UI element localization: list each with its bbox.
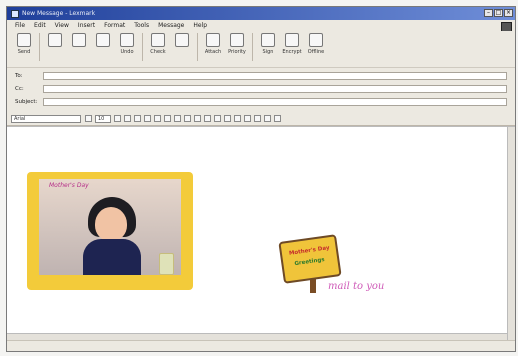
horizontal-line-icon[interactable] [254, 115, 261, 122]
encrypt-icon [285, 33, 299, 47]
align-center-icon[interactable] [224, 115, 231, 122]
status-bar [7, 340, 515, 351]
menu-bar: File Edit View Insert Format Tools Messa… [7, 20, 515, 31]
increase-indent-icon[interactable] [204, 115, 211, 122]
girl-face [95, 207, 127, 241]
menu-tools[interactable]: Tools [134, 22, 149, 29]
subject-field[interactable] [43, 98, 507, 106]
spelling-icon [175, 33, 189, 47]
numbered-list-icon[interactable] [174, 115, 181, 122]
window-title: New Message - Lexmark [22, 10, 96, 17]
sign-subtitle: Greetings [294, 257, 326, 268]
font-select[interactable]: Arial [11, 114, 81, 123]
subject-row: Subject: [7, 96, 515, 108]
formatting-toolbar: Arial 10 [7, 112, 515, 126]
attach-icon [206, 33, 220, 47]
italic-icon[interactable] [144, 115, 151, 122]
toolbar-separator [252, 33, 253, 61]
paragraph-style-icon[interactable] [124, 115, 131, 122]
new-message-window: New Message - Lexmark – □ × File Edit Vi… [6, 6, 516, 352]
send-label: Send [17, 49, 31, 55]
message-text: mail to you [328, 281, 385, 292]
font-dropdown-icon[interactable] [85, 115, 92, 122]
check-icon [151, 33, 165, 47]
menu-format[interactable]: Format [104, 22, 125, 29]
paste-button[interactable] [92, 31, 114, 49]
sign-button[interactable]: Sign [257, 31, 279, 55]
to-field[interactable] [43, 72, 507, 80]
vertical-scrollbar[interactable] [507, 127, 515, 341]
menu-message[interactable]: Message [158, 22, 184, 29]
cc-row: Cc: [7, 83, 515, 95]
toolbar-separator [197, 33, 198, 61]
sign-icon [261, 33, 275, 47]
cut-icon [48, 33, 62, 47]
offline-icon [309, 33, 323, 47]
align-left-icon[interactable] [214, 115, 221, 122]
cc-label[interactable]: Cc: [7, 86, 43, 92]
decrease-indent-icon[interactable] [194, 115, 201, 122]
font-color-icon[interactable] [164, 115, 171, 122]
window-controls: – □ × [484, 9, 513, 17]
send-button[interactable]: Send [13, 31, 35, 55]
encrypt-button[interactable]: Encrypt [281, 31, 303, 55]
undo-label: Undo [120, 49, 134, 55]
copy-icon [72, 33, 86, 47]
encrypt-label: Encrypt [282, 49, 302, 55]
underline-icon[interactable] [154, 115, 161, 122]
paste-icon [96, 33, 110, 47]
message-body[interactable]: Mother's Day Mother's Day Greetings mail… [7, 126, 515, 341]
photo-ornament [159, 253, 174, 275]
girl-body [83, 239, 141, 275]
attach-button[interactable]: Attach [202, 31, 224, 55]
title-bar: New Message - Lexmark – □ × [7, 7, 515, 20]
priority-button[interactable]: Priority [226, 31, 248, 55]
toolbar-separator [142, 33, 143, 61]
menu-help[interactable]: Help [193, 22, 207, 29]
toolbar: Send Undo Check Attach Priority Sign Enc… [7, 31, 515, 68]
menu-edit[interactable]: Edit [34, 22, 46, 29]
menu-insert[interactable]: Insert [78, 22, 95, 29]
priority-label: Priority [228, 49, 246, 55]
screenshot-background: New Message - Lexmark – □ × File Edit Vi… [0, 0, 518, 356]
to-row: To: [7, 70, 515, 82]
justify-icon[interactable] [244, 115, 251, 122]
mothers-day-photo: Mother's Day [27, 172, 193, 290]
send-icon [17, 33, 31, 47]
greeting-sign: Mother's Day Greetings [278, 234, 342, 284]
cut-button[interactable] [44, 31, 66, 49]
maximize-button[interactable]: □ [494, 9, 503, 17]
sign-label: Sign [262, 49, 274, 55]
cc-field[interactable] [43, 85, 507, 93]
close-button[interactable]: × [504, 9, 513, 17]
copy-button[interactable] [68, 31, 90, 49]
photo-caption: Mother's Day [49, 182, 89, 189]
insert-picture-icon[interactable] [274, 115, 281, 122]
subject-label: Subject: [15, 99, 38, 105]
size-select[interactable]: 10 [95, 114, 111, 123]
hyperlink-icon[interactable] [264, 115, 271, 122]
spelling-button[interactable] [171, 31, 193, 49]
toolbar-separator [39, 33, 40, 61]
align-right-icon[interactable] [234, 115, 241, 122]
offline-label: Offline [307, 49, 325, 55]
size-dropdown-icon[interactable] [114, 115, 121, 122]
check-button[interactable]: Check [147, 31, 169, 55]
priority-icon [230, 33, 244, 47]
to-label[interactable]: To: [7, 73, 43, 79]
minimize-button[interactable]: – [484, 9, 493, 17]
envelope-icon [11, 9, 19, 18]
check-label: Check [150, 49, 166, 55]
menu-file[interactable]: File [15, 22, 25, 29]
attach-label: Attach [204, 49, 222, 55]
bold-icon[interactable] [134, 115, 141, 122]
undo-icon [120, 33, 134, 47]
sign-title: Mother's Day [288, 245, 330, 257]
bulleted-list-icon[interactable] [184, 115, 191, 122]
menu-view[interactable]: View [55, 22, 69, 29]
offline-button[interactable]: Offline [305, 31, 327, 55]
undo-button[interactable]: Undo [116, 31, 138, 55]
